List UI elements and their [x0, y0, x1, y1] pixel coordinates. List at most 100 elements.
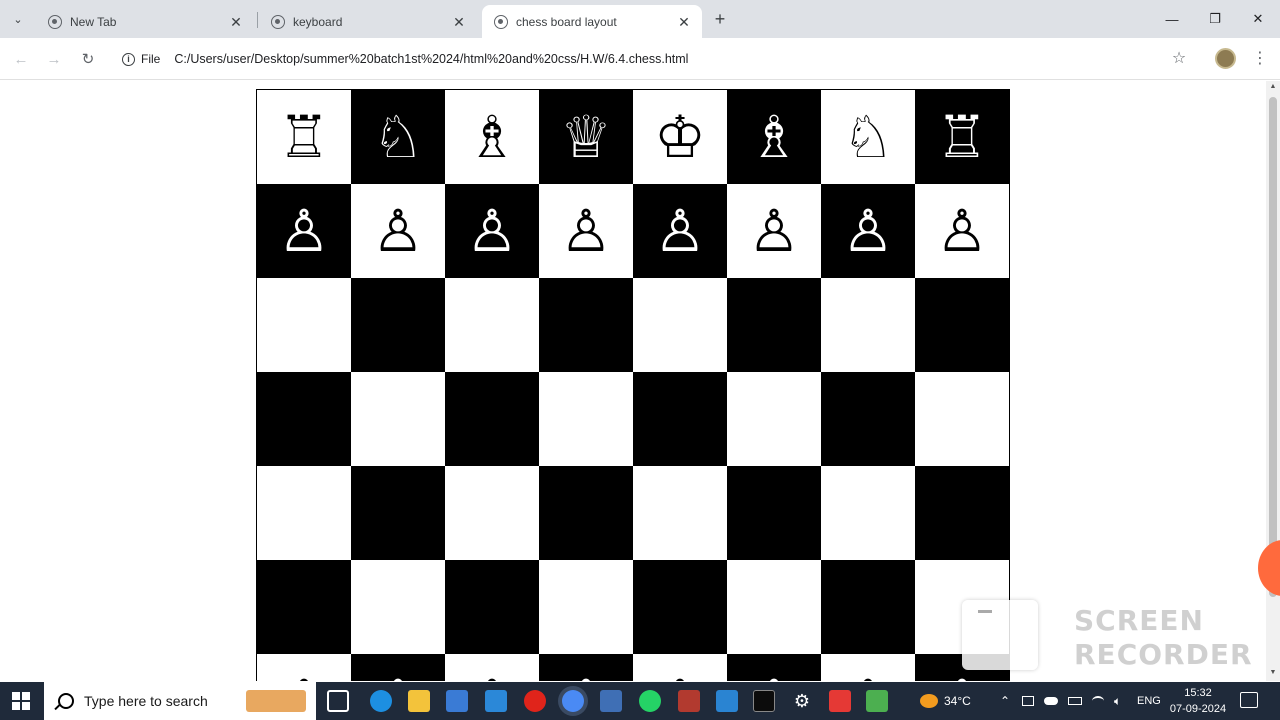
- vscode-icon[interactable]: [716, 690, 738, 712]
- bookmark-star-icon[interactable]: ☆: [1168, 48, 1190, 70]
- scroll-thumb[interactable]: [1269, 97, 1277, 597]
- chrome-icon[interactable]: [562, 690, 584, 712]
- chess-piece-square: ♙: [821, 654, 915, 681]
- chess-piece-square: ♖: [257, 90, 351, 184]
- close-icon[interactable]: ✕: [676, 14, 692, 30]
- file-chip[interactable]: File: [141, 52, 160, 66]
- winrar-icon[interactable]: [678, 690, 700, 712]
- chess-square: [915, 466, 1009, 560]
- weather-widget-icon[interactable]: [246, 690, 306, 712]
- chess-square: [257, 372, 351, 466]
- store-icon[interactable]: [446, 690, 468, 712]
- close-icon[interactable]: ✕: [451, 14, 467, 30]
- language-indicator[interactable]: ENG: [1137, 682, 1161, 720]
- tray-icons[interactable]: 🔈︎: [1022, 682, 1121, 720]
- settings-gear-icon[interactable]: ⚙: [791, 690, 813, 712]
- clock[interactable]: 15:32 07-09-2024: [1168, 685, 1228, 717]
- chess-piece-square: ♙: [257, 184, 351, 278]
- chess-square: [351, 466, 445, 560]
- weather-tray[interactable]: 34°C: [920, 682, 971, 720]
- recorder-minimize-icon[interactable]: [978, 610, 992, 613]
- chess-square: [539, 278, 633, 372]
- address-bar[interactable]: i File C:/Users/user/Desktop/summer%20ba…: [112, 44, 1202, 74]
- tray-chevron-up-icon[interactable]: ⌃: [1000, 682, 1010, 720]
- chess-square: [445, 560, 539, 654]
- tab-title: New Tab: [70, 14, 117, 29]
- chess-square: [445, 278, 539, 372]
- chess-square: [727, 278, 821, 372]
- back-arrow-icon[interactable]: ←: [10, 48, 32, 70]
- search-icon: [58, 693, 74, 709]
- chess-square: [351, 560, 445, 654]
- recorder-panel[interactable]: [962, 600, 1038, 670]
- forward-arrow-icon[interactable]: →: [43, 48, 65, 70]
- chess-piece-square: ♙: [633, 184, 727, 278]
- chess-square: [633, 372, 727, 466]
- scroll-down-arrow-icon[interactable]: ▼: [1266, 669, 1280, 679]
- url-text[interactable]: C:/Users/user/Desktop/summer%20batch1st%…: [174, 52, 688, 66]
- chess-piece-square: ♙: [351, 654, 445, 681]
- chess-square: [257, 466, 351, 560]
- image-viewer-icon[interactable]: [866, 690, 888, 712]
- chess-piece-square: ♙: [445, 184, 539, 278]
- chess-square: [633, 466, 727, 560]
- scroll-up-arrow-icon[interactable]: ▲: [1266, 83, 1280, 93]
- close-icon[interactable]: ✕: [228, 14, 244, 30]
- chess-square: [539, 560, 633, 654]
- tab-chess-board-layout[interactable]: chess board layout ✕: [482, 5, 702, 38]
- more-menu-icon[interactable]: ⋮: [1250, 48, 1270, 70]
- tab-separator: [257, 12, 258, 28]
- chess-square: [445, 372, 539, 466]
- terminal-icon[interactable]: [753, 690, 775, 712]
- chess-piece-square: ♙: [539, 654, 633, 681]
- tab-search-chevron-down-icon[interactable]: ⌄: [8, 9, 28, 29]
- tab-title: chess board layout: [516, 14, 617, 29]
- chess-square: [915, 372, 1009, 466]
- windows-start-icon[interactable]: [12, 692, 30, 710]
- restore-icon[interactable]: ❐: [1201, 6, 1229, 32]
- notification-icon[interactable]: [1240, 692, 1258, 708]
- chess-square: [915, 278, 1009, 372]
- reload-icon[interactable]: ↻: [77, 48, 99, 70]
- task-view-icon[interactable]: [327, 690, 349, 712]
- windows-taskbar: Type here to search ⚙ 34°C ⌃ 🔈︎ ENG 15:3…: [0, 682, 1280, 720]
- edge-icon[interactable]: [370, 690, 392, 712]
- chess-piece-square: ♗: [727, 90, 821, 184]
- weather-sun-icon: [920, 694, 938, 708]
- clock-date: 07-09-2024: [1169, 703, 1227, 715]
- chess-piece-square: ♔: [633, 90, 727, 184]
- opera-icon[interactable]: [524, 690, 546, 712]
- mail-icon[interactable]: [485, 690, 507, 712]
- globe-icon: [271, 14, 285, 29]
- page-viewport: ♖♘♗♕♔♗♘♖♙♙♙♙♙♙♙♙♙♙♙♙♙♙♙♙: [0, 81, 1266, 681]
- tab-title: keyboard: [293, 14, 343, 29]
- recorder-app-icon[interactable]: [829, 690, 851, 712]
- chess-piece-square: ♘: [351, 90, 445, 184]
- app-icon[interactable]: [600, 690, 622, 712]
- chess-square: [821, 372, 915, 466]
- volume-icon: 🔈︎: [1114, 693, 1122, 708]
- tab-keyboard[interactable]: keyboard ✕: [259, 5, 477, 38]
- clock-time: 15:32: [1184, 687, 1212, 699]
- info-icon[interactable]: i: [122, 52, 135, 66]
- chess-square: [351, 372, 445, 466]
- tab-new-tab[interactable]: New Tab ✕: [36, 5, 254, 38]
- chess-piece-square: ♙: [445, 654, 539, 681]
- minimize-icon[interactable]: —: [1158, 6, 1186, 32]
- chess-piece-square: ♙: [821, 184, 915, 278]
- profile-avatar[interactable]: [1215, 48, 1236, 69]
- window-close-icon[interactable]: ✕: [1244, 6, 1272, 32]
- globe-icon: [494, 14, 508, 29]
- display-icon: [1022, 696, 1034, 706]
- chess-square: [727, 466, 821, 560]
- chess-piece-square: ♖: [915, 90, 1009, 184]
- whatsapp-icon[interactable]: [639, 690, 661, 712]
- chess-square: [633, 278, 727, 372]
- chess-piece-square: ♙: [351, 184, 445, 278]
- file-explorer-icon[interactable]: [408, 690, 430, 712]
- chess-piece-square: ♙: [633, 654, 727, 681]
- new-tab-plus-icon[interactable]: +: [709, 8, 731, 30]
- browser-toolbar: ← → ↻ i File C:/Users/user/Desktop/summe…: [0, 38, 1280, 80]
- screen-recorder-watermark: SCREEN RECORDER: [1074, 604, 1253, 672]
- chess-piece-square: ♙: [915, 184, 1009, 278]
